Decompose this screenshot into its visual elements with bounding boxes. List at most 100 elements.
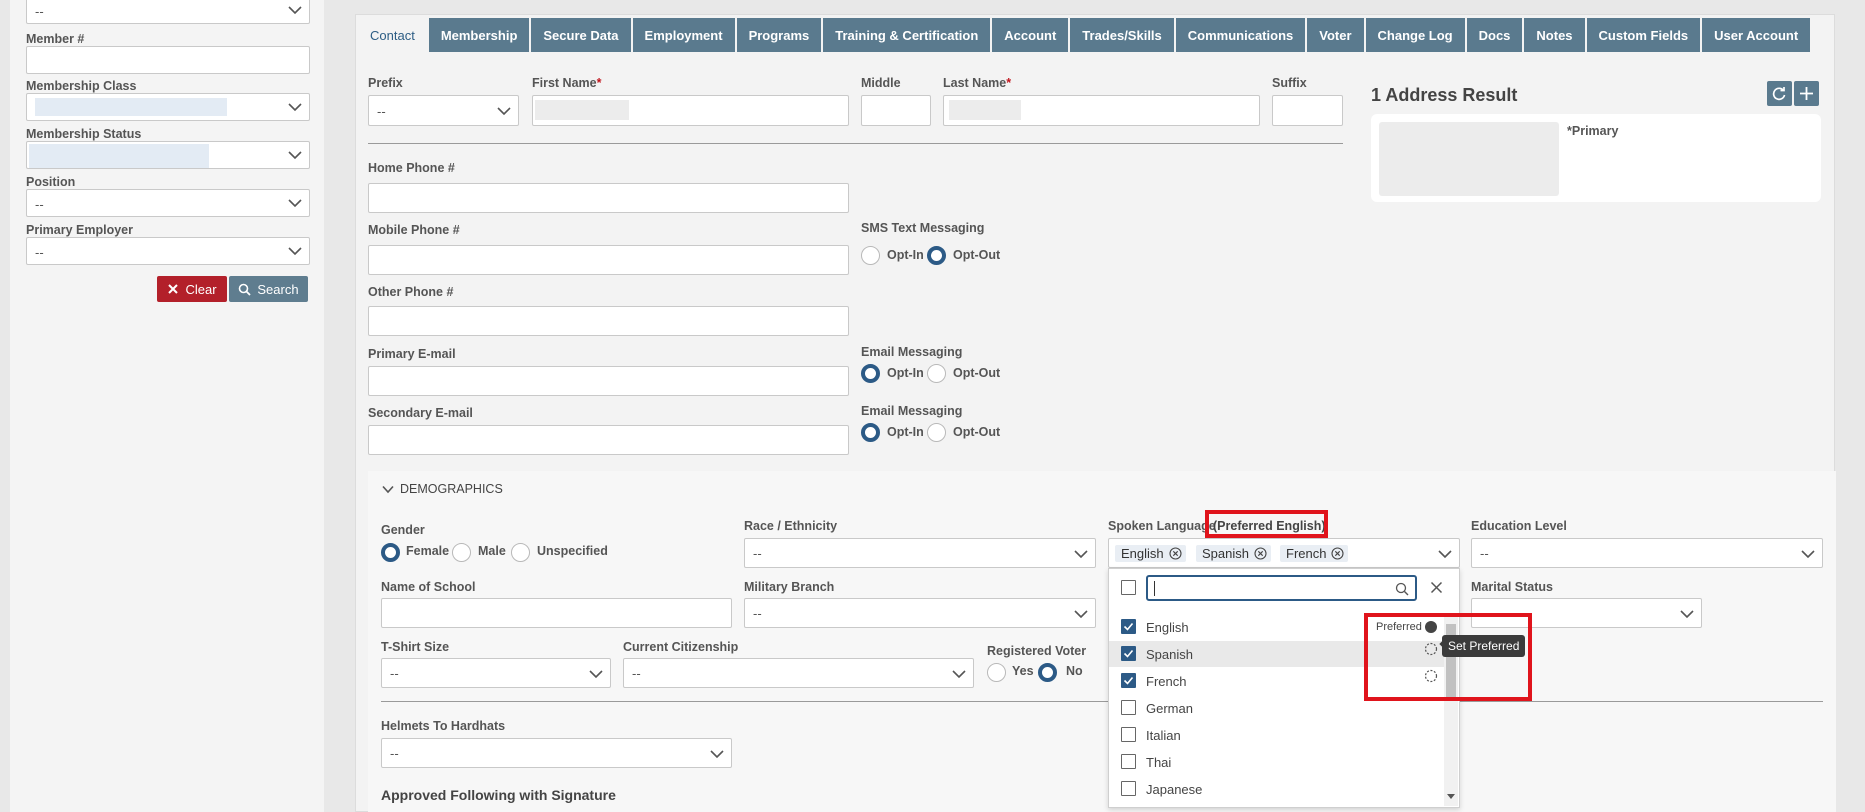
middle-input[interactable] [861, 95, 931, 126]
language-chip: Spanish [1196, 545, 1271, 562]
search-icon [239, 283, 252, 296]
primary-email-input[interactable] [368, 366, 849, 396]
email-opt-out-radio[interactable] [927, 364, 946, 383]
email2-opt-out-label: Opt-Out [953, 425, 1001, 439]
last-name-label: Last Name* [943, 76, 1012, 90]
email-opt-in-radio[interactable] [861, 364, 880, 383]
tab-training-certification[interactable]: Training & Certification [823, 18, 991, 52]
military-select[interactable]: -- [744, 598, 1096, 628]
school-label: Name of School [381, 580, 476, 594]
tab-secure-data[interactable]: Secure Data [531, 18, 631, 52]
helmets-select[interactable]: -- [381, 738, 732, 768]
check-icon [1123, 649, 1134, 658]
sms-opt-in-radio[interactable] [861, 246, 880, 265]
option-label: Spanish [1146, 647, 1193, 662]
tab-custom-fields[interactable]: Custom Fields [1586, 18, 1701, 52]
spoken-language-label: Spoken Language [1108, 519, 1216, 533]
primary-employer-select[interactable]: -- [26, 237, 310, 265]
race-select[interactable]: -- [744, 538, 1096, 568]
email-opt-out-label: Opt-Out [953, 366, 1001, 380]
tab-membership[interactable]: Membership [428, 18, 530, 52]
address-card[interactable]: *Primary [1371, 114, 1821, 202]
redacted-address [1379, 122, 1559, 196]
chevron-down-icon [288, 199, 302, 208]
language-search-input[interactable] [1146, 575, 1417, 601]
tab-contact[interactable]: Contact [358, 18, 427, 52]
remove-chip-icon[interactable] [1331, 547, 1345, 560]
chevron-down-icon [1438, 550, 1452, 559]
remove-chip-icon[interactable] [1169, 547, 1182, 560]
first-name-input[interactable] [532, 95, 849, 126]
sms-opt-out-radio[interactable] [927, 246, 946, 265]
close-icon[interactable] [1430, 581, 1443, 594]
divider [368, 143, 1343, 144]
option-checkbox[interactable] [1121, 700, 1136, 715]
secondary-email-input[interactable] [368, 425, 849, 455]
member-no-input[interactable] [26, 46, 310, 74]
tab-communications[interactable]: Communications [1175, 18, 1306, 52]
chevron-down-icon [382, 485, 394, 493]
search-button[interactable]: Search [229, 276, 308, 302]
home-phone-input[interactable] [368, 183, 849, 213]
tab-voter[interactable]: Voter [1307, 18, 1364, 52]
citizenship-select[interactable]: -- [623, 658, 974, 688]
last-name-input[interactable] [943, 95, 1260, 126]
tab-docs[interactable]: Docs [1466, 18, 1523, 52]
option-checkbox[interactable] [1121, 673, 1136, 688]
option-checkbox[interactable] [1121, 754, 1136, 769]
option-label: English [1146, 620, 1189, 635]
voter-no-label: No [1066, 664, 1083, 678]
gender-female-label: Female [406, 544, 450, 558]
prefix-label: Prefix [368, 76, 403, 90]
tab-account[interactable]: Account [992, 18, 1069, 52]
sms-opt-in-label: Opt-In [887, 248, 924, 262]
tab-programs[interactable]: Programs [736, 18, 822, 52]
check-icon [1123, 676, 1134, 685]
email2-opt-out-radio[interactable] [927, 423, 946, 442]
suffix-input[interactable] [1272, 95, 1343, 126]
select-all-checkbox[interactable] [1121, 580, 1136, 595]
add-address-button[interactable] [1794, 81, 1819, 106]
primary-employer-label: Primary Employer [26, 223, 133, 237]
membership-class-select[interactable] [26, 93, 310, 121]
clear-button[interactable]: Clear [157, 276, 227, 302]
race-label: Race / Ethnicity [744, 519, 838, 533]
gender-unspecified-radio[interactable] [511, 543, 530, 562]
gender-female-radio[interactable] [381, 543, 400, 562]
tab-trades-skills[interactable]: Trades/Skills [1070, 18, 1174, 52]
other-phone-input[interactable] [368, 306, 849, 336]
option-checkbox[interactable] [1121, 727, 1136, 742]
divider [381, 701, 1823, 702]
option-checkbox[interactable] [1121, 646, 1136, 661]
mobile-phone-label: Mobile Phone # [368, 223, 460, 237]
top-select[interactable]: -- [26, 0, 310, 24]
tab-change-log[interactable]: Change Log [1365, 18, 1465, 52]
highlight-box [1364, 613, 1532, 701]
email2-opt-in-radio[interactable] [861, 423, 880, 442]
position-select[interactable]: -- [26, 189, 310, 217]
remove-chip-icon[interactable] [1254, 547, 1267, 560]
scroll-down-arrow-icon[interactable] [1447, 794, 1455, 800]
education-select[interactable]: -- [1471, 538, 1823, 568]
mobile-phone-input[interactable] [368, 245, 849, 275]
redacted-value [35, 98, 227, 116]
option-checkbox[interactable] [1121, 619, 1136, 634]
membership-status-select[interactable] [26, 141, 310, 169]
demographics-toggle[interactable]: DEMOGRAPHICS [382, 482, 503, 496]
prefix-select[interactable]: -- [368, 95, 519, 126]
gender-male-radio[interactable] [452, 543, 471, 562]
voter-no-radio[interactable] [1038, 663, 1057, 682]
refresh-button[interactable] [1767, 81, 1792, 106]
first-name-label: First Name* [532, 76, 602, 90]
tab-user-account[interactable]: User Account [1702, 18, 1811, 52]
tab-employment[interactable]: Employment [632, 18, 735, 52]
school-input[interactable] [381, 598, 732, 628]
primary-tag: *Primary [1567, 124, 1619, 138]
voter-yes-radio[interactable] [987, 663, 1006, 682]
option-checkbox[interactable] [1121, 781, 1136, 796]
tab-notes[interactable]: Notes [1524, 18, 1585, 52]
chevron-down-icon [1074, 610, 1088, 619]
tshirt-select[interactable]: -- [381, 658, 611, 688]
registered-voter-label: Registered Voter [987, 644, 1087, 658]
option-label: German [1146, 701, 1193, 716]
